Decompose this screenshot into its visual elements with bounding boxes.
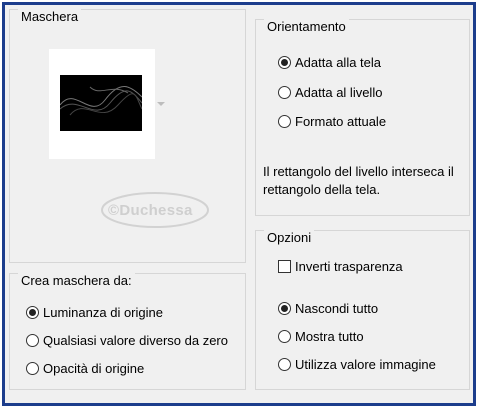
radio-fit-canvas-label: Adatta alla tela xyxy=(295,55,382,70)
radio-opacity-label: Opacità di origine xyxy=(43,361,145,376)
radio-fit-canvas[interactable]: Adatta alla tela xyxy=(278,55,381,70)
radio-selected-dot xyxy=(281,59,288,66)
radio-current-size-label: Formato attuale xyxy=(295,114,387,129)
radio-luminance-dot[interactable] xyxy=(26,306,39,319)
orientation-group-title: Orientamento xyxy=(264,19,349,35)
radio-selected-dot xyxy=(281,305,288,312)
mask-group-title: Maschera xyxy=(18,9,82,25)
watermark-text: ©Duchessa xyxy=(108,202,193,219)
radio-selected-dot xyxy=(29,309,36,316)
radio-opacity-dot[interactable] xyxy=(26,362,39,375)
source-group-title: Crea maschera da: xyxy=(18,273,135,289)
radio-opacity[interactable]: Opacità di origine xyxy=(26,361,144,376)
radio-nonzero[interactable]: Qualsiasi valore diverso da zero xyxy=(26,333,228,348)
radio-hide-all[interactable]: Nascondi tutto xyxy=(278,301,378,316)
radio-fit-layer-label: Adatta al livello xyxy=(295,85,383,100)
dialog-frame: Maschera ©Duchessa Crea maschera da: Lum… xyxy=(2,2,476,406)
invert-transparency-label: Inverti trasparenza xyxy=(295,259,403,274)
radio-show-all-dot[interactable] xyxy=(278,330,291,343)
invert-transparency-checkbox[interactable]: Inverti trasparenza xyxy=(278,259,403,274)
radio-fit-layer-dot[interactable] xyxy=(278,86,291,99)
mask-preview[interactable] xyxy=(49,49,155,159)
radio-use-image-value[interactable]: Utilizza valore immagine xyxy=(278,357,436,372)
radio-show-all-label: Mostra tutto xyxy=(295,329,364,344)
radio-fit-canvas-dot[interactable] xyxy=(278,56,291,69)
mask-wave-graphic xyxy=(59,86,143,116)
radio-nonzero-label: Qualsiasi valore diverso da zero xyxy=(43,333,228,348)
radio-luminance-label: Luminanza di origine xyxy=(43,305,163,320)
radio-fit-layer[interactable]: Adatta al livello xyxy=(278,85,382,100)
radio-current-size[interactable]: Formato attuale xyxy=(278,114,386,129)
options-group-title: Opzioni xyxy=(264,230,315,246)
radio-show-all[interactable]: Mostra tutto xyxy=(278,329,364,344)
radio-use-image-value-label: Utilizza valore immagine xyxy=(295,357,436,372)
radio-nonzero-dot[interactable] xyxy=(26,334,39,347)
orientation-info-text: Il rettangolo del livello interseca il r… xyxy=(263,164,454,197)
radio-use-image-value-dot[interactable] xyxy=(278,358,291,371)
mask-thumbnail xyxy=(59,75,143,131)
invert-transparency-box[interactable] xyxy=(278,260,291,273)
radio-luminance[interactable]: Luminanza di origine xyxy=(26,305,163,320)
mask-dropdown-arrow-icon[interactable] xyxy=(157,102,165,106)
radio-current-size-dot[interactable] xyxy=(278,115,291,128)
radio-hide-all-label: Nascondi tutto xyxy=(295,301,379,316)
radio-hide-all-dot[interactable] xyxy=(278,302,291,315)
watermark-logo: ©Duchessa xyxy=(100,188,210,232)
